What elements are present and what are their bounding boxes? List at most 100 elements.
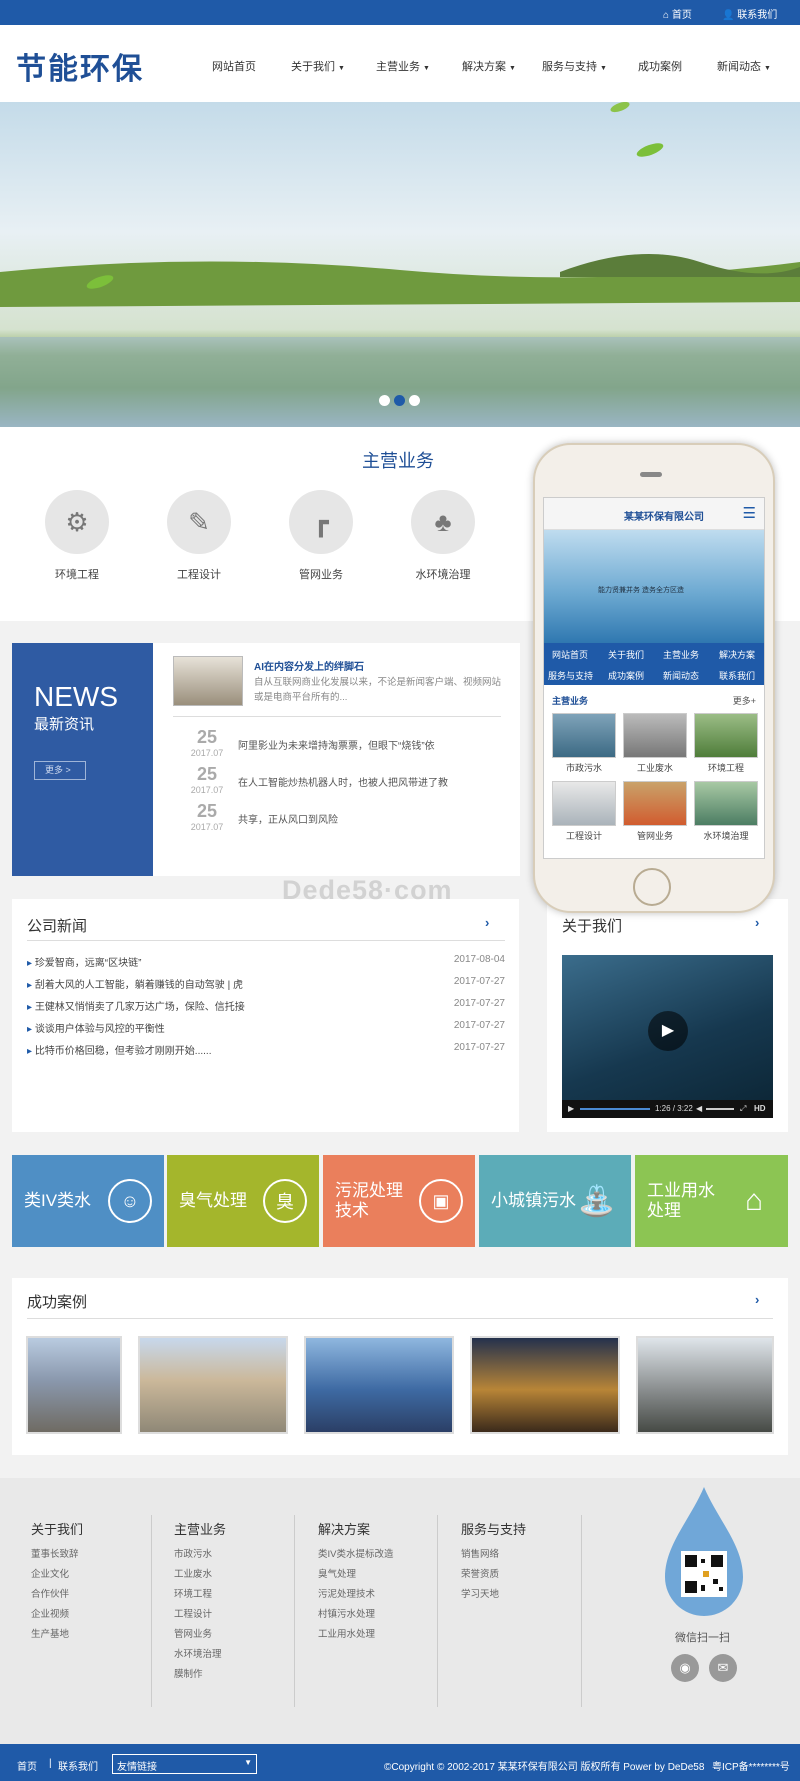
news-more-button[interactable]: 更多 > <box>34 761 86 780</box>
tree-icon[interactable]: ♣ <box>411 490 475 554</box>
contact-link[interactable]: 👤 联系我们 <box>722 6 777 21</box>
footer-link[interactable]: 环境工程 <box>174 1586 212 1600</box>
case-image[interactable] <box>26 1336 122 1434</box>
footer-link[interactable]: 村镇污水处理 <box>318 1606 375 1620</box>
icp-text[interactable]: 粤ICP备********号 <box>712 1758 790 1773</box>
phone-nav-item[interactable]: 新闻动态 <box>663 669 699 682</box>
phone-item-label[interactable]: 水环境治理 <box>694 829 758 842</box>
footer-link[interactable]: 膜制作 <box>174 1666 203 1680</box>
nav-item-service[interactable]: 服务与支持 ▼ <box>542 58 607 74</box>
case-image[interactable] <box>636 1336 774 1434</box>
phone-nav-item[interactable]: 关于我们 <box>608 648 644 661</box>
footer-link[interactable]: 臭气处理 <box>318 1566 356 1580</box>
featured-news-image[interactable] <box>173 656 243 706</box>
featured-news-title[interactable]: AI在内容分发上的绊脚石 <box>254 658 364 673</box>
nav-item-about[interactable]: 关于我们 ▼ <box>291 58 345 74</box>
nav-item-cases[interactable]: 成功案例 <box>638 58 682 74</box>
pipe-icon[interactable]: ┏ <box>289 490 353 554</box>
bottom-contact-link[interactable]: 联系我们 <box>58 1758 98 1773</box>
about-more-icon[interactable]: › <box>755 915 759 930</box>
phone-item-label[interactable]: 工程设计 <box>552 829 616 842</box>
company-news-item[interactable]: ▸ 珍爱智商，远离“区块链” 2017-08-04 <box>27 954 505 969</box>
about-video[interactable]: ▶ ▶ 1:26 / 3:22 ◀ ⤢ HD <box>562 955 773 1118</box>
footer-link[interactable]: 类IV类水提标改造 <box>318 1546 393 1560</box>
site-logo[interactable]: 节能环保 <box>16 44 144 88</box>
solution-tile[interactable]: 臭气处理 臭 <box>167 1155 319 1247</box>
news-item[interactable]: 在人工智能炒热机器人时，也被人把风带进了教 <box>238 774 448 789</box>
phone-nav-item[interactable]: 主营业务 <box>663 648 699 661</box>
footer-link[interactable]: 销售网络 <box>461 1546 499 1560</box>
nav-item-solutions[interactable]: 解决方案 ▼ <box>462 58 516 74</box>
company-news-more-icon[interactable]: › <box>485 915 489 930</box>
home-link[interactable]: ⌂ 首页 <box>663 6 692 21</box>
phone-item-label[interactable]: 环境工程 <box>694 761 758 774</box>
hd-badge[interactable]: HD <box>754 1104 766 1113</box>
phone-item-image[interactable] <box>552 781 616 826</box>
progress-bar[interactable] <box>580 1108 650 1110</box>
phone-item-image[interactable] <box>623 781 687 826</box>
solution-tile[interactable]: 工业用水处理 ⌂ <box>635 1155 788 1247</box>
footer-link[interactable]: 荣誉资质 <box>461 1566 499 1580</box>
phone-item-image[interactable] <box>623 713 687 758</box>
slide-dot-1[interactable] <box>379 395 390 406</box>
company-news-item[interactable]: ▸ 谈谈用户体验与风控的平衡性 2017-07-27 <box>27 1020 505 1035</box>
case-image[interactable] <box>304 1336 454 1434</box>
nav-item-news[interactable]: 新闻动态 ▼ <box>717 58 771 74</box>
footer-link[interactable]: 生产基地 <box>31 1626 69 1640</box>
slide-dot-2[interactable] <box>394 395 405 406</box>
volume-icon[interactable]: ◀ <box>696 1104 702 1113</box>
phone-more-link[interactable]: 更多+ <box>733 694 756 707</box>
nav-item-business[interactable]: 主营业务 ▼ <box>376 58 430 74</box>
footer-link[interactable]: 企业视频 <box>31 1606 69 1620</box>
footer-link[interactable]: 管网业务 <box>174 1626 212 1640</box>
slide-dot-3[interactable] <box>409 395 420 406</box>
phone-item-image[interactable] <box>552 713 616 758</box>
service-label[interactable]: 管网业务 <box>276 566 366 582</box>
fullscreen-icon[interactable]: ⤢ <box>740 1104 746 1114</box>
company-news-item[interactable]: ▸ 王健林又悄悄卖了几家万达广场，保险、信托接 2017-07-27 <box>27 998 505 1013</box>
footer-link[interactable]: 工程设计 <box>174 1606 212 1620</box>
footer-link[interactable]: 董事长致辞 <box>31 1546 79 1560</box>
footer-link[interactable]: 工业废水 <box>174 1566 212 1580</box>
solution-tile[interactable]: 小城镇污水 ⛲ <box>479 1155 631 1247</box>
news-item[interactable]: 阿里影业为未来增持淘票票，但眼下“烧钱”依 <box>238 737 435 752</box>
footer-link[interactable]: 市政污水 <box>174 1546 212 1560</box>
service-label[interactable]: 工程设计 <box>154 566 244 582</box>
service-label[interactable]: 环境工程 <box>32 566 122 582</box>
bottom-home-link[interactable]: 首页 <box>17 1758 37 1773</box>
phone-item-image[interactable] <box>694 713 758 758</box>
phone-nav-item[interactable]: 解决方案 <box>719 648 755 661</box>
solution-tile[interactable]: 污泥处理技术 ▣ <box>323 1155 475 1247</box>
solution-tile[interactable]: 类IV类水 ☺ <box>12 1155 164 1247</box>
menu-icon[interactable]: ☰ <box>743 504 756 522</box>
news-item[interactable]: 共享，正从风口到风险 <box>238 811 338 826</box>
phone-item-image[interactable] <box>694 781 758 826</box>
case-image[interactable] <box>470 1336 620 1434</box>
phone-item-label[interactable]: 管网业务 <box>623 829 687 842</box>
footer-link[interactable]: 污泥处理技术 <box>318 1586 375 1600</box>
phone-nav-item[interactable]: 网站首页 <box>552 648 588 661</box>
phone-nav-item[interactable]: 服务与支持 <box>548 669 593 682</box>
case-image[interactable] <box>138 1336 288 1434</box>
service-label[interactable]: 水环境治理 <box>398 566 488 582</box>
play-icon[interactable]: ▶ <box>648 1011 688 1051</box>
wechat-icon[interactable]: ✉ <box>709 1654 737 1682</box>
footer-link[interactable]: 水环境治理 <box>174 1646 222 1660</box>
footer-link[interactable]: 工业用水处理 <box>318 1626 375 1640</box>
volume-bar[interactable] <box>706 1108 734 1110</box>
phone-home-button[interactable] <box>633 868 671 906</box>
cases-more-icon[interactable]: › <box>755 1292 759 1307</box>
footer-link[interactable]: 企业文化 <box>31 1566 69 1580</box>
phone-nav-item[interactable]: 联系我们 <box>719 669 755 682</box>
nav-item-home[interactable]: 网站首页 <box>212 58 256 74</box>
weibo-icon[interactable]: ◉ <box>671 1654 699 1682</box>
phone-nav-item[interactable]: 成功案例 <box>608 669 644 682</box>
design-icon[interactable]: ✎ <box>167 490 231 554</box>
friend-links-select[interactable]: 友情链接 ▼ <box>112 1754 257 1774</box>
footer-link[interactable]: 学习天地 <box>461 1586 499 1600</box>
phone-item-label[interactable]: 工业废水 <box>623 761 687 774</box>
play-small-icon[interactable]: ▶ <box>568 1104 574 1113</box>
gear-icon[interactable]: ⚙ <box>45 490 109 554</box>
footer-link[interactable]: 合作伙伴 <box>31 1586 69 1600</box>
company-news-item[interactable]: ▸ 刮着大风的人工智能，躺着赚钱的自动驾驶 | 虎 2017-07-27 <box>27 976 505 991</box>
